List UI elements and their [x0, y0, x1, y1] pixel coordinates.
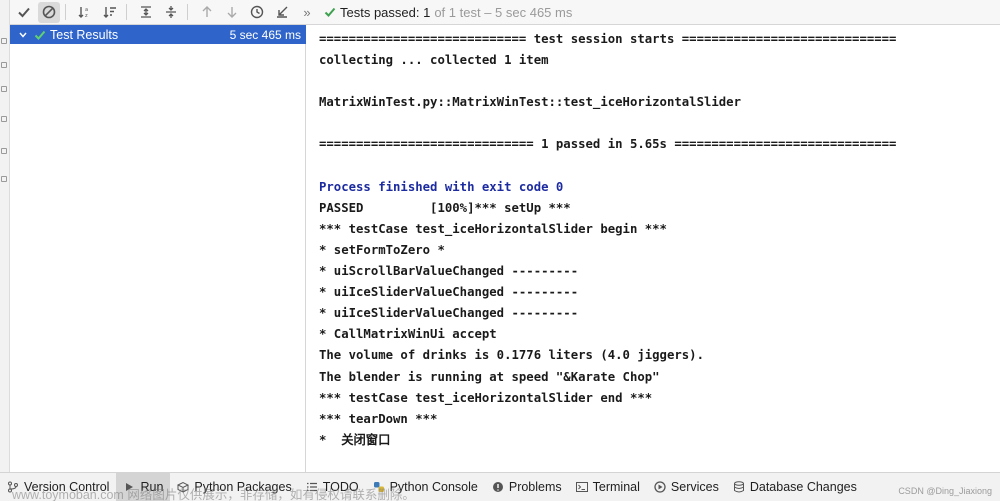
previous-failed-button[interactable]: [196, 2, 218, 23]
packages-icon: [177, 481, 190, 493]
console-output[interactable]: ============================ test sessio…: [307, 25, 1000, 472]
sort-duration-icon: [103, 7, 116, 18]
todo-icon: [306, 481, 318, 493]
tool-window-label: Run: [140, 480, 164, 494]
console-line: * uiIceSliderValueChanged ---------: [319, 285, 579, 300]
toolbar-separator: [187, 4, 188, 20]
status-detail-text: of 1 test – 5 sec 465 ms: [434, 4, 573, 20]
show-ignored-button[interactable]: [38, 1, 60, 23]
toolbar-separator: [65, 4, 66, 20]
console-line: * uiScrollBarValueChanged ---------: [319, 264, 579, 279]
console-line: ============================ test sessio…: [319, 32, 897, 46]
console-line: * setFormToZero *: [319, 242, 445, 257]
gutter-marker: [1, 38, 7, 44]
toolbar-separator: [126, 4, 127, 20]
gutter-marker: [1, 176, 7, 182]
tool-window-todo[interactable]: TODO: [299, 473, 366, 501]
run-toolbar: az » Tests passed: 1 of 1 test – 5 sec 4…: [10, 0, 1000, 25]
tool-window-label: Terminal: [592, 480, 640, 494]
gutter-marker: [1, 116, 7, 122]
console-line: Process finished with exit code 0: [319, 179, 564, 194]
expand-all-icon: [141, 6, 151, 18]
gutter-marker: [1, 62, 7, 68]
database-changes-icon: [733, 481, 745, 493]
test-status: Tests passed: 1 of 1 test – 5 sec 465 ms: [324, 5, 572, 20]
gutter-marker: [1, 148, 7, 154]
terminal-icon: [575, 481, 588, 493]
tool-window-problems[interactable]: Problems: [485, 473, 569, 501]
console-line: * uiIceSliderValueChanged ---------: [319, 306, 579, 321]
console-line: *** testCase test_iceHorizontalSlider be…: [319, 221, 667, 236]
next-failed-button[interactable]: [221, 2, 243, 23]
tool-window-label: Python Packages: [194, 480, 292, 494]
history-clock-icon: [250, 5, 264, 19]
tool-window-label: Database Changes: [749, 480, 857, 494]
console-line: The blender is running at speed "&Karate…: [319, 369, 660, 384]
expand-all-button[interactable]: [135, 2, 157, 23]
test-history-button[interactable]: [246, 2, 268, 23]
ignored-icon: [42, 5, 56, 19]
tool-window-label: Version Control: [24, 480, 110, 494]
tree-item-duration: 5 sec 465 ms: [229, 27, 301, 42]
sort-alpha-icon: az: [78, 7, 88, 19]
collapse-all-icon: [166, 6, 176, 18]
console-line: * CallMatrixWinUi accept: [319, 327, 497, 342]
tool-window-database-changes[interactable]: Database Changes: [726, 473, 864, 501]
pass-check-icon: [324, 7, 336, 17]
import-icon: [277, 6, 288, 18]
sort-by-duration-button[interactable]: [99, 2, 121, 23]
test-results-tree: Test Results 5 sec 465 ms: [10, 25, 306, 472]
console-line: * 关闭窗口: [319, 432, 391, 447]
show-passed-button[interactable]: [13, 2, 35, 23]
console-line: collecting ... collected 1 item: [319, 53, 549, 68]
gutter-marker: [1, 86, 7, 92]
tool-window-label: TODO: [322, 480, 359, 494]
pass-check-icon: [34, 29, 46, 41]
checkmark-icon: [18, 7, 30, 18]
tree-item-test-results[interactable]: Test Results 5 sec 465 ms: [10, 25, 306, 44]
run-icon: [123, 481, 135, 493]
tool-window-python-packages[interactable]: Python Packages: [170, 473, 298, 501]
status-passed-text: Tests passed: 1: [340, 4, 431, 20]
problems-icon: [492, 481, 504, 493]
tool-window-label: Problems: [508, 480, 562, 494]
console-line: *** testCase test_iceHorizontalSlider en…: [319, 390, 653, 405]
console-line: MatrixWinTest.py::MatrixWinTest::test_ic…: [319, 95, 741, 110]
tool-window-version-control[interactable]: Version Control: [0, 473, 116, 501]
author-watermark: CSDN @Ding_Jiaxiong: [898, 486, 992, 496]
tree-item-label: Test Results: [50, 27, 119, 42]
tool-window-bar: Version Control Run Python Packages TODO Pyt…: [0, 472, 1000, 501]
tool-window-label: Python Console: [389, 480, 478, 494]
import-tests-button[interactable]: [271, 2, 293, 23]
tool-window-services[interactable]: Services: [647, 473, 726, 501]
sort-alphabetically-button[interactable]: az: [74, 2, 96, 23]
left-gutter: [0, 0, 10, 472]
tool-window-terminal[interactable]: Terminal: [569, 473, 647, 501]
arrow-down-icon: [227, 7, 237, 18]
services-icon: [654, 481, 666, 493]
git-branch-icon: [7, 481, 19, 493]
console-line: ============================= 1 passed i…: [319, 137, 897, 152]
chevron-down-icon[interactable]: [16, 30, 30, 40]
tool-window-python-console[interactable]: Python Console: [366, 473, 485, 501]
svg-text:z: z: [85, 13, 88, 19]
more-actions-button[interactable]: »: [296, 2, 318, 23]
console-line: The volume of drinks is 0.1776 liters (4…: [319, 348, 704, 363]
tool-window-label: Services: [670, 480, 719, 494]
collapse-all-button[interactable]: [160, 2, 182, 23]
tool-window-run[interactable]: Run: [116, 473, 171, 501]
console-line: *** tearDown ***: [319, 411, 438, 426]
arrow-up-icon: [202, 6, 212, 17]
console-line: PASSED [100%]*** setUp ***: [319, 200, 571, 215]
python-console-icon: [373, 481, 385, 493]
